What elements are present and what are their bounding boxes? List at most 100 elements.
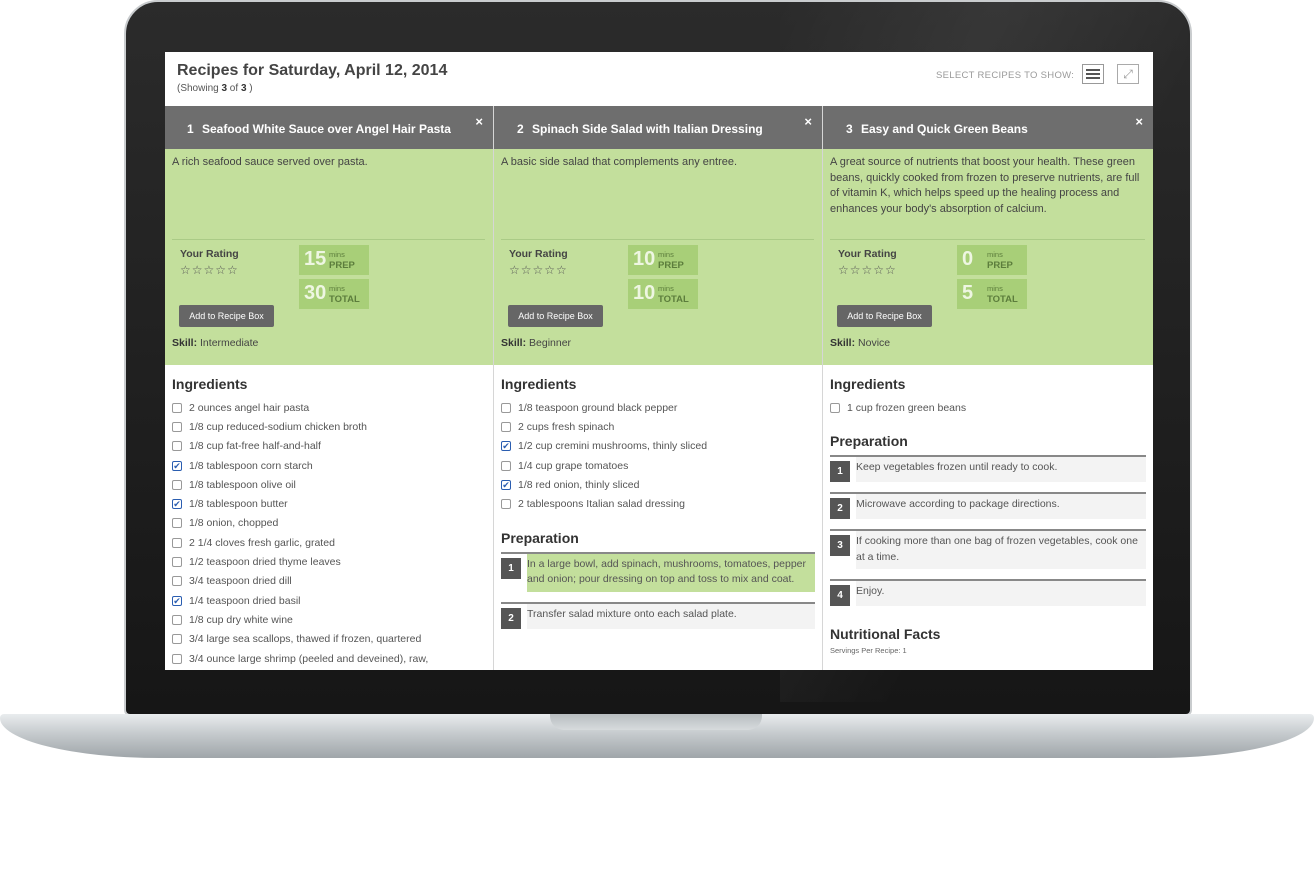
- ingredient-text: 1/4 cup grape tomatoes: [518, 459, 629, 472]
- star-rating-icon[interactable]: ☆☆☆☆☆: [509, 263, 568, 277]
- ingredient-item[interactable]: 1/8 cup reduced-sodium chicken broth: [172, 417, 486, 436]
- divider: [830, 239, 1145, 240]
- ingredient-text: 2 ounces angel hair pasta: [189, 401, 310, 414]
- checkbox-icon[interactable]: [172, 653, 182, 664]
- ingredient-text: 3/4 teaspoon dried dill: [189, 575, 292, 588]
- step-number: 1: [830, 461, 850, 483]
- star-rating-icon[interactable]: ☆☆☆☆☆: [838, 263, 897, 277]
- total-time-value: 5: [962, 282, 974, 304]
- checkbox-icon[interactable]: [830, 402, 840, 413]
- ingredient-item[interactable]: 3/4 large sea scallops, thawed if frozen…: [172, 630, 486, 649]
- recipe-name[interactable]: Seafood White Sauce over Angel Hair Past…: [202, 122, 451, 136]
- step-number: 4: [830, 585, 850, 607]
- skill-level: Skill: Novice: [830, 337, 891, 349]
- ingredient-text: 1/4 teaspoon dried basil: [189, 594, 301, 607]
- checkbox-icon[interactable]: ✔: [501, 479, 511, 490]
- rating-label: Your Rating: [509, 248, 568, 260]
- prep-time-unit: mins: [329, 250, 345, 259]
- add-to-recipe-box-button[interactable]: Add to Recipe Box: [837, 305, 932, 327]
- checkbox-icon[interactable]: [501, 402, 511, 413]
- step-number: 2: [501, 607, 521, 629]
- checkbox-icon[interactable]: [501, 421, 511, 432]
- checkbox-icon[interactable]: [172, 441, 182, 452]
- ingredient-item[interactable]: 1/8 onion, chopped: [172, 514, 486, 533]
- checkbox-icon[interactable]: [172, 576, 182, 587]
- checkbox-icon[interactable]: [172, 537, 182, 548]
- step-text: If cooking more than one bag of frozen v…: [856, 531, 1146, 570]
- ingredient-text: 1/8 onion, chopped: [189, 517, 279, 530]
- close-icon[interactable]: ×: [475, 114, 483, 129]
- preparation-step: 1 In a large bowl, add spinach, mushrooms…: [501, 551, 815, 592]
- close-icon[interactable]: ×: [804, 114, 812, 129]
- ingredient-item[interactable]: 1/8 cup dry white wine: [172, 610, 486, 629]
- checkbox-icon[interactable]: ✔: [172, 460, 182, 471]
- preparation-title: Preparation: [501, 529, 579, 546]
- checkbox-icon[interactable]: [172, 614, 182, 625]
- prep-time-unit: mins: [658, 250, 674, 259]
- checkbox-icon[interactable]: ✔: [172, 499, 182, 510]
- ingredient-item[interactable]: 1/8 tablespoon olive oil: [172, 475, 486, 494]
- total-time-badge: 10 mins TOTAL: [628, 279, 698, 309]
- recipe-name[interactable]: Easy and Quick Green Beans: [861, 122, 1028, 136]
- ingredient-item[interactable]: 2 1/4 cloves fresh garlic, grated: [172, 533, 486, 552]
- ingredient-item[interactable]: 3/4 teaspoon dried dill: [172, 572, 486, 591]
- ingredient-text: 1/8 teaspoon ground black pepper: [518, 401, 678, 414]
- add-to-recipe-box-button[interactable]: Add to Recipe Box: [508, 305, 603, 327]
- ingredient-item[interactable]: 1/2 teaspoon dried thyme leaves: [172, 552, 486, 571]
- ingredient-item[interactable]: ✔ 1/2 cup cremini mushrooms, thinly slice…: [501, 437, 815, 456]
- ingredient-item[interactable]: 1/8 teaspoon ground black pepper: [501, 398, 815, 417]
- checkbox-icon[interactable]: [172, 518, 182, 529]
- ingredient-item[interactable]: 1/8 cup fat-free half-and-half: [172, 437, 486, 456]
- checkbox-icon[interactable]: [172, 634, 182, 645]
- step-number: 3: [830, 535, 850, 557]
- checkbox-icon[interactable]: [172, 421, 182, 432]
- ingredient-item[interactable]: 3/4 ounce large shrimp (peeled and devei…: [172, 649, 486, 668]
- ingredient-item[interactable]: ✔ 1/4 teaspoon dried basil: [172, 591, 486, 610]
- step-text: Keep vegetables frozen until ready to co…: [856, 457, 1146, 483]
- ingredient-text: 1 cup frozen green beans: [847, 401, 967, 414]
- list-icon[interactable]: [1082, 64, 1104, 84]
- ingredient-item[interactable]: ✔ 1/8 red onion, thinly sliced: [501, 475, 815, 494]
- ingredient-item[interactable]: 1/4 cup grape tomatoes: [501, 456, 815, 475]
- checkbox-icon[interactable]: [172, 557, 182, 568]
- ingredient-text: 1/8 cup reduced-sodium chicken broth: [189, 420, 368, 433]
- ingredient-item[interactable]: 2 cups fresh spinach: [501, 417, 815, 436]
- checkbox-icon[interactable]: ✔: [172, 595, 182, 606]
- skill-level: Skill: Intermediate: [172, 337, 259, 349]
- ingredient-text: 1/8 cup dry white wine: [189, 613, 293, 626]
- total-time-value: 10: [633, 282, 656, 304]
- star-rating-icon[interactable]: ☆☆☆☆☆: [180, 263, 239, 277]
- preparation-step: 1 Keep vegetables frozen until ready to c…: [830, 455, 1146, 483]
- recipe-summary: A basic side salad that complements any …: [494, 149, 822, 365]
- divider: [172, 239, 485, 240]
- checkbox-icon[interactable]: [501, 499, 511, 510]
- recipe-header: 2 Spinach Side Salad with Italian Dressin…: [494, 106, 822, 149]
- close-icon[interactable]: ×: [1135, 114, 1143, 129]
- recipe-name[interactable]: Spinach Side Salad with Italian Dressing: [532, 122, 763, 136]
- ingredient-item[interactable]: 1 cup frozen green beans: [830, 398, 1146, 417]
- recipe-summary: A rich seafood sauce served over pasta. Y…: [165, 149, 493, 365]
- ingredient-text: 1/2 teaspoon dried thyme leaves: [189, 556, 341, 569]
- checkbox-icon[interactable]: [172, 402, 182, 413]
- recipe-columns: 1 Seafood White Sauce over Angel Hair Pas…: [165, 106, 1153, 670]
- recipe-body: Ingredients 1 cup frozen green beans Prepa…: [823, 376, 1153, 655]
- recipe-number: 2: [517, 122, 524, 136]
- expand-icon[interactable]: ⤢: [1117, 64, 1139, 84]
- total-time-value: 30: [304, 282, 327, 304]
- checkbox-icon[interactable]: [172, 479, 182, 490]
- ingredient-item[interactable]: 2 ounces angel hair pasta: [172, 398, 486, 417]
- rating-label: Your Rating: [180, 248, 239, 260]
- ingredient-text: 2 tablespoons Italian salad dressing: [518, 498, 685, 511]
- ingredient-item[interactable]: ✔ 1/8 tablespoon butter: [172, 494, 486, 513]
- recipe-header: 1 Seafood White Sauce over Angel Hair Pas…: [165, 106, 493, 149]
- add-to-recipe-box-button[interactable]: Add to Recipe Box: [179, 305, 274, 327]
- ingredient-item[interactable]: 2 tablespoons Italian salad dressing: [501, 494, 815, 513]
- checkbox-icon[interactable]: [501, 460, 511, 471]
- prep-time-label: PREP: [329, 260, 355, 271]
- ingredient-item[interactable]: ✔ 1/8 tablespoon corn starch: [172, 456, 486, 475]
- prep-time-value: 10: [633, 248, 656, 270]
- recipe-header: 3 Easy and Quick Green Beans ×: [823, 106, 1153, 149]
- checkbox-icon[interactable]: ✔: [501, 441, 511, 452]
- recipe-description: A rich seafood sauce served over pasta.: [172, 156, 368, 168]
- page-title: Recipes for Saturday, April 12, 2014: [177, 62, 448, 79]
